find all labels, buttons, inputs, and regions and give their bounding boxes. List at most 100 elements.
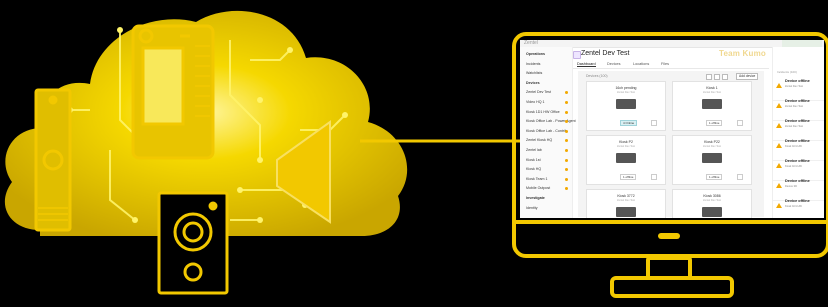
sidebar-item[interactable]: Kiosk Office Lab - Power Agent: [526, 119, 576, 123]
page-title: Zentel Dev Test: [581, 50, 630, 57]
download-icon[interactable]: [651, 174, 657, 180]
tab-devices[interactable]: Devices: [607, 62, 621, 66]
incident-title: Device offline: [785, 119, 810, 123]
status-dot: [565, 177, 568, 181]
status-dot: [565, 101, 568, 104]
incident-title: Device offline: [785, 199, 810, 203]
device-card[interactable]: Kiosk 1 Zentel Dev Test 1 offline: [672, 81, 752, 131]
incident-title: Device offline: [785, 159, 810, 163]
incident-item[interactable]: Device offline Kiosk 1D1 HW: [773, 196, 824, 218]
status-dot: [565, 139, 568, 143]
device-site: Zentel Dev Test: [703, 145, 721, 148]
incident-title: Device offline: [785, 79, 810, 83]
device-name: Kiosk 3086: [703, 194, 721, 198]
status-dot: [565, 187, 568, 191]
tab-bar: Dashboard Devices Locations Files: [573, 61, 769, 69]
device-card[interactable]: Kiosk P2 Zentel Dev Test 1 offline: [586, 135, 666, 185]
main-content: Zentel Dev Test Team Kumo Dashboard Devi…: [573, 47, 769, 218]
app-screen: Zentel Operations Incidents Watchlists Devi…: [520, 40, 824, 218]
device-card[interactable]: Kiosk P22 Zentel Dev Test 1 offline: [672, 135, 752, 185]
filter-icon[interactable]: [706, 74, 712, 80]
sidebar-item[interactable]: Zentel Kiosk HQ: [526, 138, 552, 142]
incidents-panel: Incidents (100) Device offline Zentel Dev…: [772, 47, 824, 218]
download-icon[interactable]: [737, 120, 743, 126]
speaker-device-icon: [157, 191, 229, 295]
site-icon: [573, 51, 581, 59]
device-card[interactable]: Kiosk 3772Zentel Dev Test1 offline: [586, 189, 666, 218]
tablet-device-icon: [131, 24, 215, 160]
device-image: [616, 207, 636, 217]
status-dot: [565, 110, 568, 114]
status-badge: 1 offline: [620, 174, 637, 180]
device-card[interactable]: Kiosk 3086Zentel Dev Test1 offline: [672, 189, 752, 218]
sidebar-item[interactable]: Kiosk Office Lab - Contrib: [526, 129, 567, 133]
sidebar-item[interactable]: Kiosk Team 1: [526, 177, 548, 181]
device-image: [616, 153, 636, 163]
status-dot: [565, 149, 568, 152]
warning-icon: [776, 103, 782, 108]
device-site: Zentel Dev Test: [617, 199, 635, 202]
incident-title: Device offline: [785, 99, 810, 103]
device-site: Zentel Dev Test: [703, 199, 721, 202]
device-name: Kiosk P2: [619, 140, 633, 144]
device-name: 16ch pending: [615, 86, 637, 90]
warning-icon: [776, 163, 782, 168]
status-badge: 4 Online: [620, 120, 638, 126]
sidebar-item[interactable]: Kiosk 1D1 HW Office: [526, 110, 560, 114]
sidebar: Operations Incidents Watchlists Devices Zent…: [520, 47, 576, 218]
sidebar-item[interactable]: Watchlists: [526, 71, 542, 75]
warning-icon: [776, 203, 782, 208]
tab-dashboard[interactable]: Dashboard: [577, 62, 596, 67]
device-image: [702, 99, 722, 109]
device-image: [702, 153, 722, 163]
device-image: [702, 207, 722, 217]
incident-detail: Device 3D: [785, 185, 797, 188]
device-card[interactable]: 16ch pending Zentel Dev Test 4 Online: [586, 81, 666, 131]
device-site: Zentel Dev Test: [703, 91, 721, 94]
sidebar-item[interactable]: Investigate: [526, 196, 545, 200]
sidebar-item[interactable]: Devices: [526, 81, 540, 85]
status-dot: [565, 129, 568, 133]
monitor-button: [658, 233, 680, 239]
download-icon[interactable]: [651, 120, 657, 126]
list-view-icon[interactable]: [722, 74, 728, 80]
grid-view-icon[interactable]: [714, 74, 720, 80]
device-name: Kiosk P22: [704, 140, 720, 144]
sidebar-item[interactable]: Mobile Outpost: [526, 186, 550, 190]
tab-locations[interactable]: Locations: [633, 62, 649, 66]
panel-heading: Devices (100): [586, 74, 608, 78]
warning-icon: [776, 143, 782, 148]
incident-detail: Zentel Dev Test: [785, 105, 803, 108]
sidebar-item[interactable]: Zentel lab: [526, 148, 542, 152]
sidebar-item[interactable]: Kiosk 1st: [526, 158, 541, 162]
incident-detail: Kiosk 1D1 HW: [785, 165, 802, 168]
device-name: Kiosk 1: [706, 86, 718, 90]
topbar-text: Zentel: [524, 40, 538, 46]
sidebar-item[interactable]: Incidents: [526, 62, 540, 66]
add-device-button[interactable]: Add device: [736, 73, 759, 80]
incident-title: Device offline: [785, 179, 810, 183]
status-badge: 1 offline: [706, 120, 723, 126]
device-site: Zentel Dev Test: [617, 91, 635, 94]
download-icon[interactable]: [737, 174, 743, 180]
sidebar-item[interactable]: Kiosk HQ: [526, 167, 541, 171]
incident-detail: Zentel Dev Test: [785, 85, 803, 88]
incidents-heading: Incidents (100): [777, 70, 797, 74]
incident-detail: Kiosk 1D1 HW: [785, 205, 802, 208]
tab-files[interactable]: Files: [661, 62, 669, 66]
warning-icon: [776, 83, 782, 88]
sidebar-item[interactable]: Identity: [526, 206, 538, 210]
incident-detail: Zentel Dev Test: [785, 125, 803, 128]
devices-panel: Devices (100) Add device 16ch pending Zen…: [578, 71, 764, 218]
status-dot: [565, 168, 568, 172]
warning-icon: [776, 123, 782, 128]
device-name: Kiosk 3772: [617, 194, 635, 198]
warning-icon: [776, 183, 782, 188]
incident-title: Device offline: [785, 139, 810, 143]
sidebar-item[interactable]: Video HQ 1: [526, 100, 545, 104]
status-dot: [565, 91, 568, 95]
sidebar-item[interactable]: Operations: [526, 52, 545, 56]
device-image: [616, 99, 636, 109]
sidebar-item[interactable]: Zentel Dev Test: [526, 90, 551, 94]
team-overlay-title: Team Kumo: [719, 49, 766, 58]
